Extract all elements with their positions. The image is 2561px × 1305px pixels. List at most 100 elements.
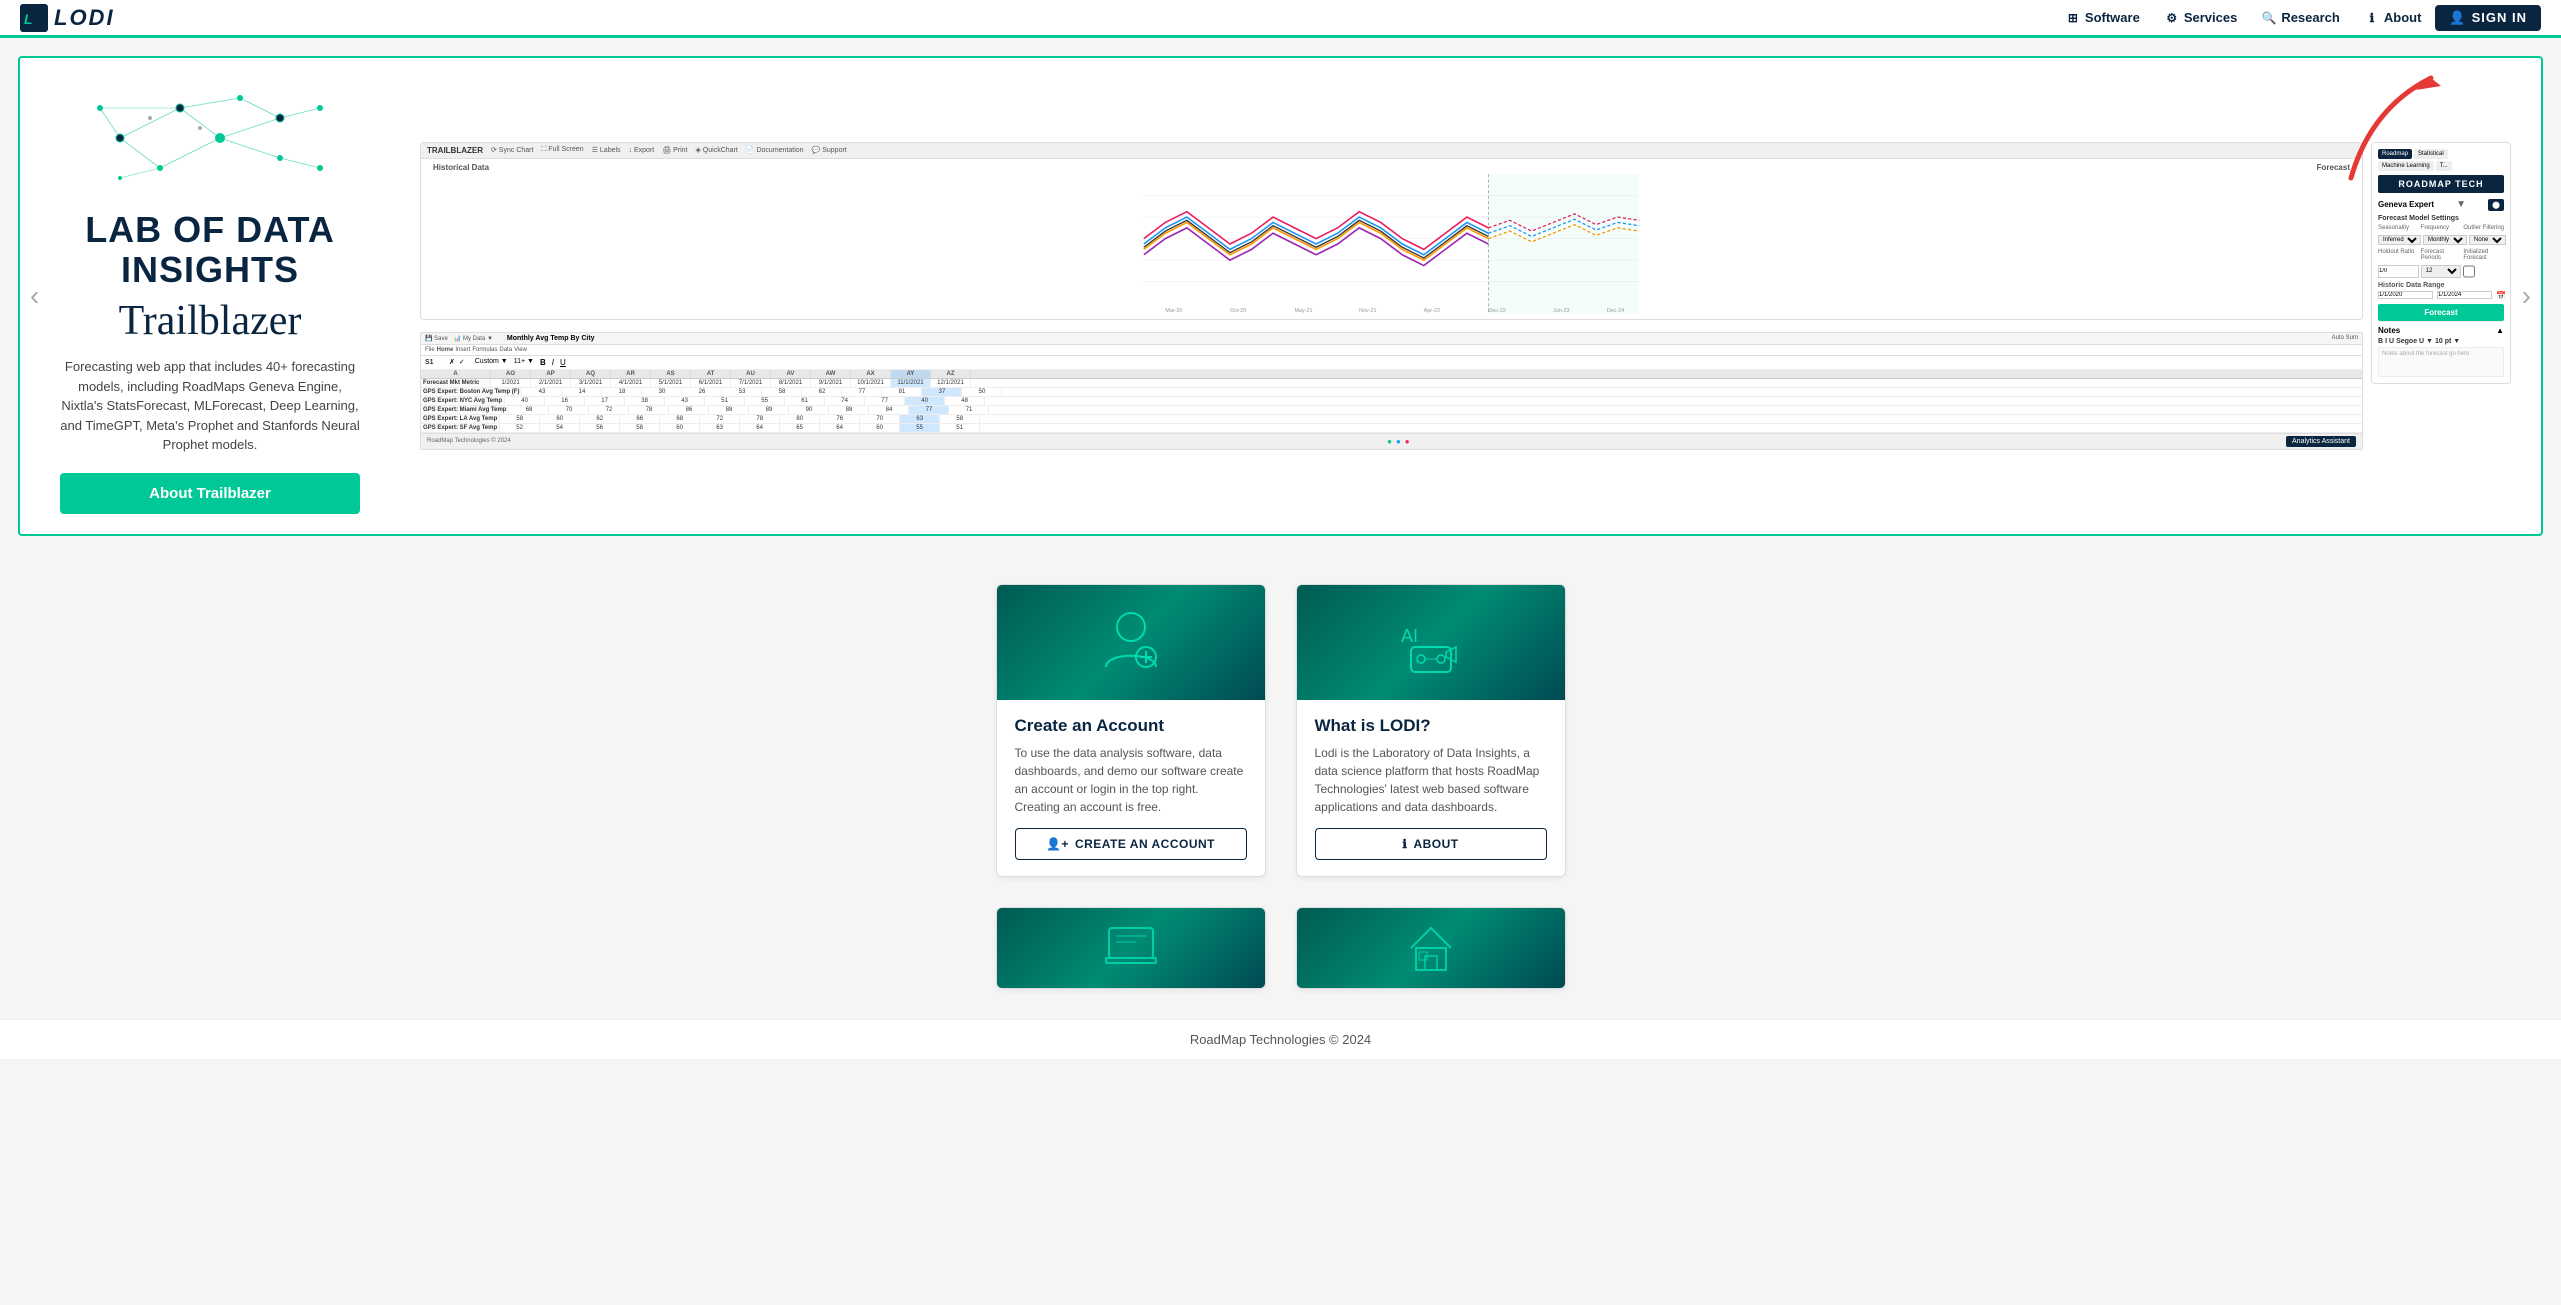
col-header-as: AS bbox=[651, 370, 691, 378]
grid-icon: ⊞ bbox=[2065, 10, 2081, 26]
italic-btn[interactable]: I bbox=[552, 358, 554, 367]
footer: RoadMap Technologies © 2024 bbox=[0, 1019, 2561, 1059]
full-screen-btn[interactable]: ⛶ Full Screen bbox=[541, 146, 583, 154]
sync-chart-btn[interactable]: ⟳ Sync Chart bbox=[491, 146, 533, 154]
formula-x-btn[interactable]: ✗ bbox=[449, 358, 455, 366]
col-header-az: AZ bbox=[931, 370, 971, 378]
bold-btn[interactable]: B bbox=[540, 358, 546, 367]
file-menu[interactable]: File bbox=[425, 347, 435, 353]
init-forecast-checkbox[interactable] bbox=[2463, 265, 2475, 278]
save-btn[interactable]: 💾 Save bbox=[425, 335, 448, 342]
nav-item-research[interactable]: 🔍 Research bbox=[2251, 6, 2350, 30]
bold-notes-btn[interactable]: B bbox=[2378, 338, 2383, 345]
card-account-icon bbox=[1091, 602, 1171, 682]
home-menu[interactable]: Home bbox=[437, 347, 454, 353]
formulas-menu[interactable]: Formulas bbox=[472, 347, 497, 353]
card-image-lodi: AI bbox=[1297, 585, 1565, 700]
trailblazer-screenshot: TRAILBLAZER ⟳ Sync Chart ⛶ Full Screen ☰… bbox=[420, 142, 2363, 320]
spreadsheet-row-3: GPS Expert: Miami Avg Temp 68 70 72 78 8… bbox=[421, 406, 2362, 415]
carousel-next-button[interactable]: › bbox=[2514, 272, 2539, 320]
subheader-d6: 6/1/2021 bbox=[691, 379, 731, 387]
card-text-account: To use the data analysis software, data … bbox=[1015, 744, 1247, 816]
font-select[interactable]: Segoe U ▼ bbox=[2396, 338, 2433, 345]
labels-btn[interactable]: ☰ Labels bbox=[592, 146, 621, 154]
formula-check-btn[interactable]: ✓ bbox=[459, 358, 465, 366]
insert-menu[interactable]: Insert bbox=[455, 347, 470, 353]
fontsize-select[interactable]: 10 pt ▼ bbox=[2435, 338, 2460, 345]
model-info-btn[interactable]: ⬤ bbox=[2488, 199, 2504, 211]
about-button[interactable]: ℹ ABOUT bbox=[1315, 828, 1547, 860]
nav-item-about[interactable]: ℹ About bbox=[2354, 6, 2432, 30]
calendar-icon[interactable]: 📅 bbox=[2496, 291, 2506, 300]
font-family[interactable]: Custom ▼ bbox=[475, 358, 508, 367]
spreadsheet-menu: File Home Insert Formulas Data View bbox=[421, 345, 2362, 356]
data-menu[interactable]: Data bbox=[499, 347, 512, 353]
person-add-icon: 👤+ bbox=[1046, 837, 1069, 851]
subheader-d3: 3/1/2021 bbox=[571, 379, 611, 387]
frequency-select[interactable]: Monthly bbox=[2423, 235, 2467, 245]
seasonality-select[interactable]: Inferred bbox=[2378, 235, 2421, 245]
italic-notes-btn[interactable]: I bbox=[2385, 338, 2387, 345]
subheader-d10: 10/1/2021 bbox=[851, 379, 891, 387]
logo[interactable]: L LODI bbox=[20, 4, 115, 32]
screenshot-topbar: TRAILBLAZER ⟳ Sync Chart ⛶ Full Screen ☰… bbox=[421, 143, 2362, 159]
nav-item-services[interactable]: ⚙ Services bbox=[2154, 6, 2248, 30]
person-icon: 👤 bbox=[2449, 10, 2466, 26]
support-btn[interactable]: 💬 Support bbox=[812, 146, 847, 154]
house-icon bbox=[1401, 918, 1461, 978]
card-lodi-icon: AI bbox=[1391, 602, 1471, 682]
frequency-label: Frequency bbox=[2421, 225, 2462, 231]
bottom-card-image-right bbox=[1297, 908, 1565, 988]
logo-text: LODI bbox=[54, 5, 115, 31]
spreadsheet-toolbar: 💾 Save 📊 My Data ▼ Monthly Avg Temp By C… bbox=[421, 333, 2362, 345]
periods-select[interactable]: 12 bbox=[2421, 265, 2462, 278]
hero-cta-button[interactable]: About Trailblazer bbox=[60, 473, 360, 514]
card-image-account bbox=[997, 585, 1265, 700]
model-chevron[interactable]: ▼ bbox=[2456, 199, 2466, 210]
quickchart-btn[interactable]: ◈ QuickChart bbox=[695, 146, 737, 154]
notes-section: Notes ▲ B I U Segoe U ▼ 10 pt ▼ Notes ab… bbox=[2378, 321, 2504, 377]
col-header-ap: AP bbox=[531, 370, 571, 378]
holdout-input[interactable] bbox=[2378, 265, 2419, 278]
documentation-btn[interactable]: 📄 Documentation bbox=[746, 146, 804, 154]
subheader-d5: 5/1/2021 bbox=[651, 379, 691, 387]
analytics-assistant-btn[interactable]: Analytics Assistant bbox=[2286, 436, 2356, 447]
bottom-card-image-left bbox=[997, 908, 1265, 988]
holdout-label: Holdout Ratio bbox=[2378, 249, 2419, 261]
notes-content[interactable]: Notes about the forecast go here bbox=[2378, 347, 2504, 377]
print-btn[interactable]: 🖨 Print bbox=[662, 146, 687, 154]
main-chart: Mar-20 Oct-20 May-21 Nov-21 Apr-22 Dec-2… bbox=[425, 174, 2358, 314]
spreadsheet: 💾 Save 📊 My Data ▼ Monthly Avg Temp By C… bbox=[420, 332, 2363, 450]
nav-item-software[interactable]: ⊞ Software bbox=[2055, 6, 2150, 30]
my-data-btn[interactable]: 📊 My Data ▼ bbox=[454, 335, 493, 342]
auto-sum-btn[interactable]: Auto Sum bbox=[2332, 335, 2358, 341]
create-account-card: Create an Account To use the data analys… bbox=[996, 584, 1266, 877]
research-icon: 🔍 bbox=[2261, 10, 2277, 26]
date-end-input[interactable] bbox=[2437, 291, 2492, 299]
svg-text:AI: AI bbox=[1401, 626, 1418, 646]
svg-text:May-21: May-21 bbox=[1295, 308, 1313, 314]
notes-collapse-btn[interactable]: ▲ bbox=[2496, 326, 2504, 335]
export-btn[interactable]: ↓ Export bbox=[629, 147, 655, 154]
col-header-au: AU bbox=[731, 370, 771, 378]
signin-button[interactable]: 👤 SIGN IN bbox=[2435, 5, 2541, 31]
underline-btn[interactable]: U bbox=[560, 358, 566, 367]
product-name: Trailblazer bbox=[119, 297, 302, 345]
forecast-button[interactable]: Forecast bbox=[2378, 304, 2504, 321]
date-start-input[interactable] bbox=[2378, 291, 2433, 299]
date-range-label: Historic Data Range bbox=[2378, 282, 2504, 289]
notes-toolbar: B I U Segoe U ▼ 10 pt ▼ bbox=[2378, 338, 2504, 345]
outlier-select[interactable]: None bbox=[2469, 235, 2506, 245]
card-body-account: Create an Account To use the data analys… bbox=[997, 700, 1265, 876]
carousel-prev-button[interactable]: ‹ bbox=[22, 272, 47, 320]
underline-notes-btn[interactable]: U bbox=[2389, 338, 2394, 345]
card-title-lodi: What is LODI? bbox=[1315, 716, 1547, 736]
create-account-button[interactable]: 👤+ CREATE AN ACCOUNT bbox=[1015, 828, 1247, 860]
spreadsheet-row-2: GPS Expert: NYC Avg Temp 40 16 17 38 43 … bbox=[421, 397, 2362, 406]
app-title: TRAILBLAZER bbox=[427, 146, 483, 155]
view-menu[interactable]: View bbox=[514, 347, 527, 353]
font-size[interactable]: 11+ ▼ bbox=[514, 358, 534, 367]
settings-title: Forecast Model Settings bbox=[2378, 215, 2504, 222]
spreadsheet-row-5: GPS Expert: SF Avg Temp 52 54 56 58 60 6… bbox=[421, 424, 2362, 433]
card-title-account: Create an Account bbox=[1015, 716, 1247, 736]
